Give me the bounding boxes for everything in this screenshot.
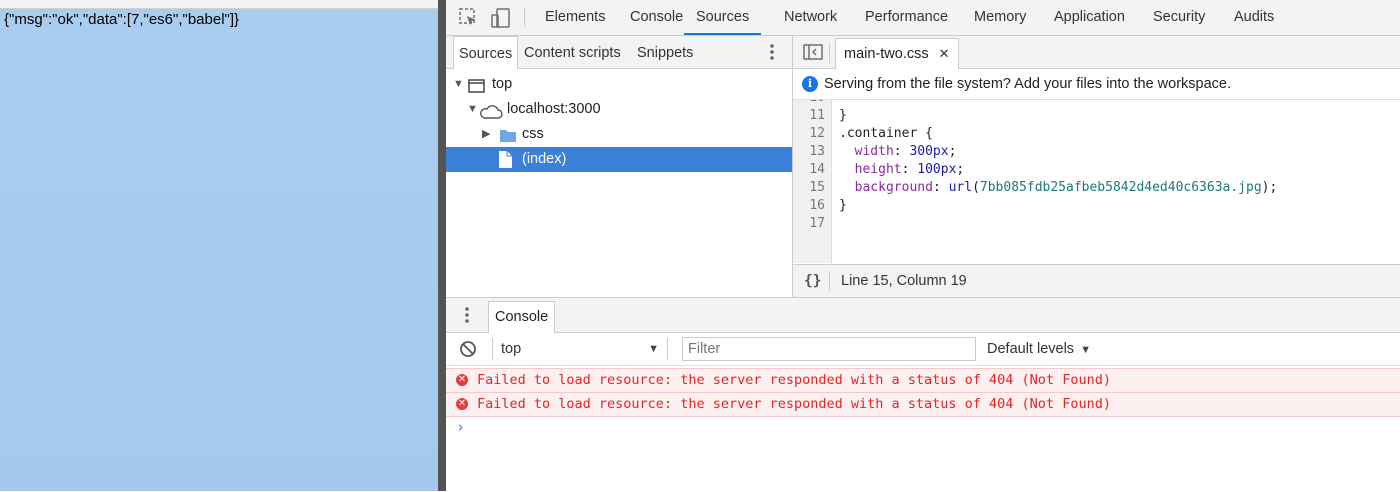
navtab-snippets[interactable]: Snippets (637, 36, 693, 68)
error-message: Failed to load resource: the server resp… (477, 372, 1111, 388)
expanded-triangle-icon: ▼ (453, 78, 464, 90)
more-options-icon[interactable] (768, 42, 776, 62)
code-line-15: background: url(7bb085fdb25afbeb5842d4ed… (854, 180, 1278, 195)
console-toolbar: top ▼ Default levels ▼ (446, 333, 1400, 366)
info-message: Serving from the file system? Add your f… (824, 76, 1231, 92)
tree-label: localhost:3000 (507, 101, 601, 117)
context-selector[interactable]: top ▼ (492, 338, 668, 360)
css-url-arg: 7bb085fdb25afbeb5842d4ed40c6363a.jpg (979, 180, 1262, 195)
line-number: 15 (809, 180, 825, 195)
tab-console[interactable]: Console (630, 0, 683, 34)
devtools-panel: Elements Console Sources Network Perform… (446, 0, 1400, 491)
line-number: 16 (809, 198, 825, 213)
css-property: background (854, 180, 933, 195)
cursor-position: Line 15, Column 19 (841, 273, 967, 289)
error-message: Failed to load resource: the server resp… (477, 396, 1111, 412)
expanded-triangle-icon: ▼ (467, 103, 478, 115)
workspace-infobar: i Serving from the file system? Add your… (793, 69, 1400, 100)
json-response-text: {"msg":"ok","data":[7,"es6","babel"]} (4, 11, 240, 28)
dropdown-arrow-icon: ▼ (648, 343, 659, 355)
css-value: 300px (909, 144, 949, 159)
tree-item-index[interactable]: (index) (446, 147, 792, 172)
tree-label: top (492, 76, 513, 92)
tree-item-css[interactable]: ▶ css (446, 122, 792, 147)
drawer-tab-console[interactable]: Console (488, 301, 556, 333)
collapsed-triangle-icon: ▶ (482, 128, 491, 140)
tab-security[interactable]: Security (1153, 0, 1205, 34)
navtab-sources[interactable]: Sources (453, 36, 519, 69)
css-function: url (948, 180, 973, 195)
tree-item-top[interactable]: ▼ top (446, 72, 792, 97)
inspect-element-icon[interactable] (458, 7, 480, 29)
navigator-tabbar: Sources Content scripts Snippets (446, 36, 792, 69)
code-line-16: } (839, 198, 847, 213)
info-icon: i (802, 76, 818, 92)
code-line-12: .container { (839, 126, 933, 141)
code-editor-pane: main-two.css ✕ i Serving from the file s… (793, 36, 1400, 298)
css-value: 100px (917, 162, 957, 177)
line-number: 17 (809, 216, 825, 231)
toolbar-divider (829, 43, 830, 63)
line-number: 14 (809, 162, 825, 177)
console-error-row[interactable]: ✕ Failed to load resource: the server re… (446, 368, 1400, 392)
console-prompt[interactable]: › (456, 418, 465, 436)
code-line-14: height: 100px; (854, 162, 965, 177)
console-filter-input[interactable] (682, 337, 976, 361)
editor-statusbar: {} Line 15, Column 19 (793, 264, 1400, 298)
code-line-11: } (839, 108, 847, 123)
log-levels-label: Default levels (987, 341, 1075, 357)
tab-performance[interactable]: Performance (865, 0, 948, 34)
toolbar-divider (524, 7, 525, 27)
sources-navigator: Sources Content scripts Snippets ▼ top ▼… (446, 36, 793, 297)
code-area[interactable]: 10 11 12 13 14 15 16 17 } .container { w… (793, 100, 1400, 263)
line-number-gutter: 10 11 12 13 14 15 16 17 (793, 100, 832, 263)
browser-toolbar-strip (0, 0, 438, 9)
tab-network[interactable]: Network (784, 0, 837, 34)
tree-label: css (522, 126, 544, 142)
log-levels-dropdown[interactable]: Default levels ▼ (987, 338, 1091, 360)
error-icon: ✕ (456, 374, 468, 386)
devtools-tabbar: Elements Console Sources Network Perform… (446, 0, 1400, 36)
drawer-tabbar: Console (446, 298, 1400, 333)
line-number: 11 (809, 108, 825, 123)
css-property: height (854, 162, 902, 177)
toolbar-divider (829, 271, 830, 291)
file-tab-label: main-two.css (844, 46, 929, 62)
editor-file-tab[interactable]: main-two.css ✕ (835, 38, 959, 69)
file-icon (498, 150, 513, 178)
css-property: width (854, 144, 894, 159)
error-icon: ✕ (456, 398, 468, 410)
toggle-navigator-icon[interactable] (803, 44, 823, 63)
tab-audits[interactable]: Audits (1234, 0, 1274, 34)
browser-page: {"msg":"ok","data":[7,"es6","babel"]} (0, 0, 438, 491)
devtools-splitter[interactable] (438, 0, 446, 491)
console-drawer: Console top ▼ Default levels ▼ ✕ Failed … (446, 297, 1400, 492)
console-error-row[interactable]: ✕ Failed to load resource: the server re… (446, 392, 1400, 417)
close-tab-icon[interactable]: ✕ (939, 46, 950, 61)
tab-memory[interactable]: Memory (974, 0, 1026, 34)
device-toolbar-icon[interactable] (490, 7, 512, 29)
line-number: 12 (809, 126, 825, 141)
tab-elements[interactable]: Elements (545, 0, 605, 34)
drawer-menu-icon[interactable] (464, 305, 470, 328)
editor-tabbar: main-two.css ✕ (793, 36, 1400, 69)
tab-sources[interactable]: Sources (684, 0, 762, 35)
clear-console-icon[interactable] (459, 340, 477, 361)
navtab-content-scripts[interactable]: Content scripts (524, 36, 621, 68)
pretty-print-button[interactable]: {} (804, 265, 821, 297)
line-number: 10 (809, 100, 825, 105)
tab-application[interactable]: Application (1054, 0, 1125, 34)
tree-item-localhost[interactable]: ▼ localhost:3000 (446, 97, 792, 122)
dropdown-arrow-icon: ▼ (1080, 344, 1091, 356)
code-line-13: width: 300px; (854, 144, 957, 159)
context-value: top (501, 341, 522, 357)
line-number: 13 (809, 144, 825, 159)
tree-label: (index) (522, 151, 567, 167)
